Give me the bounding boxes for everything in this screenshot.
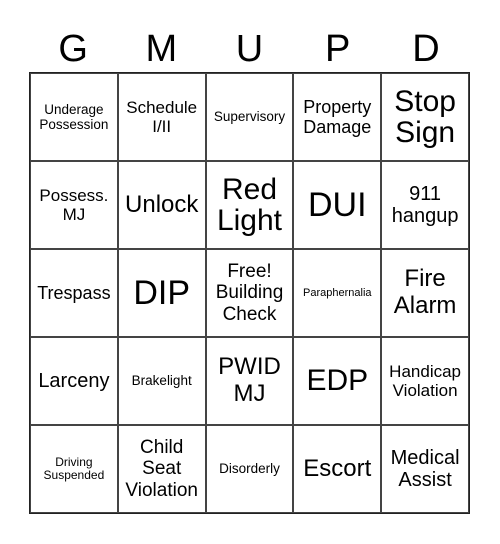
- bingo-grid: Underage Possession Schedule I/II Superv…: [29, 72, 470, 514]
- bingo-cell[interactable]: Driving Suspended: [30, 425, 118, 513]
- bingo-header: G M U P D: [29, 26, 470, 72]
- bingo-cell[interactable]: Medical Assist: [381, 425, 469, 513]
- bingo-cell[interactable]: Property Damage: [293, 73, 382, 161]
- bingo-cell[interactable]: Stop Sign: [381, 73, 469, 161]
- bingo-cell[interactable]: Underage Possession: [30, 73, 118, 161]
- bingo-cell[interactable]: Red Light: [205, 161, 294, 249]
- bingo-cell[interactable]: Schedule I/II: [117, 73, 206, 161]
- header-letter-g: G: [58, 28, 88, 70]
- bingo-cell[interactable]: Escort: [293, 425, 382, 513]
- bingo-cell[interactable]: PWID MJ: [205, 337, 294, 425]
- header-letter-p: P: [325, 28, 351, 70]
- header-letter-u: U: [235, 28, 264, 70]
- bingo-cell[interactable]: Disorderly: [205, 425, 294, 513]
- bingo-cell[interactable]: DIP: [117, 249, 206, 337]
- bingo-cell[interactable]: Possess. MJ: [30, 161, 118, 249]
- bingo-cell[interactable]: 911 hangup: [381, 161, 469, 249]
- bingo-cell[interactable]: Larceny: [30, 337, 118, 425]
- bingo-cell[interactable]: EDP: [293, 337, 382, 425]
- bingo-cell[interactable]: Brakelight: [117, 337, 206, 425]
- bingo-cell[interactable]: Trespass: [30, 249, 118, 337]
- header-letter-m: M: [145, 28, 178, 70]
- header-letter-d: D: [412, 28, 440, 70]
- bingo-cell[interactable]: DUI: [293, 161, 382, 249]
- bingo-cell[interactable]: Paraphernalia: [293, 249, 382, 337]
- bingo-cell[interactable]: Handicap Violation: [381, 337, 469, 425]
- bingo-cell[interactable]: Fire Alarm: [381, 249, 469, 337]
- bingo-cell[interactable]: Supervisory: [205, 73, 294, 161]
- bingo-cell[interactable]: Child Seat Violation: [117, 425, 206, 513]
- bingo-cell free-space[interactable]: Free! Building Check: [205, 249, 294, 337]
- bingo-cell[interactable]: Unlock: [117, 161, 206, 249]
